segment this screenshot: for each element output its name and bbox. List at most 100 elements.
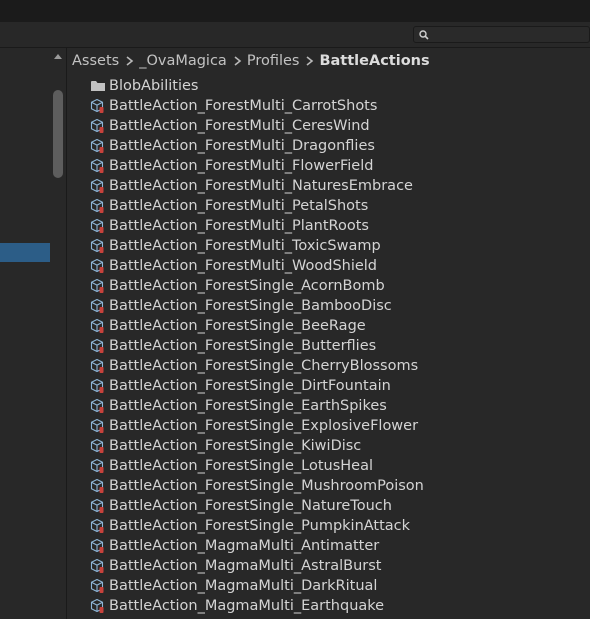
asset-item[interactable]: BattleAction_MagmaMulti_Antimatter xyxy=(67,536,590,556)
folder-icon xyxy=(89,77,107,95)
scriptable-object-icon xyxy=(89,97,107,115)
asset-label: BattleAction_ForestSingle_Butterflies xyxy=(109,338,377,354)
scriptable-object-icon xyxy=(89,257,107,275)
asset-item[interactable]: BattleAction_ForestSingle_BeeRage xyxy=(67,316,590,336)
scriptable-object-icon xyxy=(89,557,107,575)
search-field[interactable] xyxy=(413,26,590,43)
scriptable-object-icon xyxy=(89,357,107,375)
asset-label: BattleAction_MagmaMulti_Earthquake xyxy=(109,598,385,614)
breadcrumb-item[interactable]: _OvaMagica xyxy=(134,53,227,69)
scriptable-object-icon xyxy=(89,457,107,475)
chevron-right-icon xyxy=(119,55,134,67)
asset-item[interactable]: BattleAction_ForestSingle_MushroomPoison xyxy=(67,476,590,496)
asset-label: BattleAction_ForestMulti_CeresWind xyxy=(109,118,370,134)
search-icon xyxy=(419,30,429,40)
asset-item[interactable]: BattleAction_ForestSingle_LotusHeal xyxy=(67,456,590,476)
asset-browser-panel: Assets _OvaMagica Profiles BattleActions Bl… xyxy=(67,48,590,619)
scriptable-object-icon xyxy=(89,117,107,135)
asset-label: BattleAction_ForestMulti_ToxicSwamp xyxy=(109,238,381,254)
scriptable-object-icon xyxy=(89,517,107,535)
scriptable-object-icon xyxy=(89,217,107,235)
scriptable-object-icon xyxy=(89,497,107,515)
asset-label: BattleAction_ForestSingle_KiwiDisc xyxy=(109,438,362,454)
folder-item[interactable]: BlobAbilities xyxy=(67,76,590,96)
asset-label: BattleAction_ForestMulti_NaturesEmbrace xyxy=(109,178,413,194)
asset-item[interactable]: BattleAction_ForestSingle_PumpkinAttack xyxy=(67,516,590,536)
asset-item[interactable]: BattleAction_MagmaMulti_DarkRitual xyxy=(67,576,590,596)
asset-label: BattleAction_ForestSingle_AcornBomb xyxy=(109,278,385,294)
scriptable-object-icon xyxy=(89,537,107,555)
asset-label: BattleAction_ForestSingle_DirtFountain xyxy=(109,378,391,394)
asset-label: BattleAction_ForestMulti_Dragonflies xyxy=(109,138,375,154)
asset-item[interactable]: BattleAction_MagmaMulti_Earthquake xyxy=(67,596,590,616)
asset-label: BattleAction_ForestMulti_CarrotShots xyxy=(109,98,378,114)
scriptable-object-icon xyxy=(89,437,107,455)
scriptable-object-icon xyxy=(89,137,107,155)
asset-label: BattleAction_ForestSingle_MushroomPoison xyxy=(109,478,424,494)
asset-list: BlobAbilities BattleAction_ForestMulti_Ca… xyxy=(67,76,590,616)
scriptable-object-icon xyxy=(89,277,107,295)
asset-label: BattleAction_MagmaMulti_DarkRitual xyxy=(109,578,378,594)
scriptable-object-icon xyxy=(89,477,107,495)
selected-tree-item[interactable] xyxy=(0,243,50,262)
asset-item[interactable]: BattleAction_ForestMulti_CeresWind xyxy=(67,116,590,136)
asset-label: BattleAction_ForestSingle_EarthSpikes xyxy=(109,398,387,414)
tree-scrollbar[interactable] xyxy=(50,48,66,619)
asset-item[interactable]: BattleAction_ForestSingle_NatureTouch xyxy=(67,496,590,516)
asset-label: BattleAction_ForestMulti_PlantRoots xyxy=(109,218,369,234)
scroll-thumb[interactable] xyxy=(53,90,63,178)
folder-tree-panel xyxy=(0,48,67,619)
scriptable-object-icon xyxy=(89,397,107,415)
scriptable-object-icon xyxy=(89,597,107,615)
asset-item[interactable]: BattleAction_MagmaMulti_AstralBurst xyxy=(67,556,590,576)
asset-label: BattleAction_ForestSingle_ExplosiveFlowe… xyxy=(109,418,419,434)
scriptable-object-icon xyxy=(89,337,107,355)
asset-item[interactable]: BattleAction_ForestMulti_ToxicSwamp xyxy=(67,236,590,256)
asset-item[interactable]: BattleAction_ForestSingle_DirtFountain xyxy=(67,376,590,396)
asset-label: BattleAction_ForestMulti_FlowerField xyxy=(109,158,374,174)
scriptable-object-icon xyxy=(89,197,107,215)
asset-item[interactable]: BattleAction_ForestSingle_KiwiDisc xyxy=(67,436,590,456)
asset-item[interactable]: BattleAction_ForestMulti_CarrotShots xyxy=(67,96,590,116)
asset-label: BattleAction_ForestSingle_NatureTouch xyxy=(109,498,392,514)
asset-label: BattleAction_ForestSingle_BeeRage xyxy=(109,318,366,334)
breadcrumb-item[interactable]: BattleActions xyxy=(314,53,429,69)
chevron-right-icon xyxy=(227,55,242,67)
folder-label: BlobAbilities xyxy=(109,78,199,94)
asset-item[interactable]: BattleAction_ForestMulti_PlantRoots xyxy=(67,216,590,236)
scriptable-object-icon xyxy=(89,237,107,255)
asset-item[interactable]: BattleAction_ForestMulti_NaturesEmbrace xyxy=(67,176,590,196)
asset-label: BattleAction_ForestSingle_BambooDisc xyxy=(109,298,392,314)
asset-item[interactable]: BattleAction_ForestSingle_EarthSpikes xyxy=(67,396,590,416)
asset-label: BattleAction_MagmaMulti_Antimatter xyxy=(109,538,380,554)
project-toolbar xyxy=(0,22,590,48)
asset-label: BattleAction_ForestSingle_CherryBlossoms xyxy=(109,358,419,374)
scriptable-object-icon xyxy=(89,177,107,195)
chevron-right-icon xyxy=(299,55,314,67)
asset-item[interactable]: BattleAction_ForestSingle_ExplosiveFlowe… xyxy=(67,416,590,436)
scriptable-object-icon xyxy=(89,577,107,595)
breadcrumb-item[interactable]: Assets xyxy=(67,53,119,69)
scriptable-object-icon xyxy=(89,377,107,395)
asset-label: BattleAction_ForestSingle_LotusHeal xyxy=(109,458,374,474)
asset-item[interactable]: BattleAction_ForestMulti_FlowerField xyxy=(67,156,590,176)
asset-label: BattleAction_ForestMulti_WoodShield xyxy=(109,258,378,274)
asset-item[interactable]: BattleAction_ForestSingle_CherryBlossoms xyxy=(67,356,590,376)
asset-item[interactable]: BattleAction_ForestSingle_AcornBomb xyxy=(67,276,590,296)
window-top-bar xyxy=(0,0,590,22)
scriptable-object-icon xyxy=(89,317,107,335)
breadcrumb: Assets _OvaMagica Profiles BattleActions xyxy=(67,48,590,74)
asset-label: BattleAction_MagmaMulti_AstralBurst xyxy=(109,558,382,574)
breadcrumb-item[interactable]: Profiles xyxy=(242,53,300,69)
asset-label: BattleAction_ForestMulti_PetalShots xyxy=(109,198,369,214)
asset-item[interactable]: BattleAction_ForestMulti_Dragonflies xyxy=(67,136,590,156)
asset-item[interactable]: BattleAction_ForestMulti_PetalShots xyxy=(67,196,590,216)
scriptable-object-icon xyxy=(89,157,107,175)
asset-item[interactable]: BattleAction_ForestSingle_BambooDisc xyxy=(67,296,590,316)
scriptable-object-icon xyxy=(89,297,107,315)
scriptable-object-icon xyxy=(89,417,107,435)
scroll-up-arrow-icon[interactable] xyxy=(54,54,62,59)
asset-label: BattleAction_ForestSingle_PumpkinAttack xyxy=(109,518,411,534)
asset-item[interactable]: BattleAction_ForestSingle_Butterflies xyxy=(67,336,590,356)
asset-item[interactable]: BattleAction_ForestMulti_WoodShield xyxy=(67,256,590,276)
